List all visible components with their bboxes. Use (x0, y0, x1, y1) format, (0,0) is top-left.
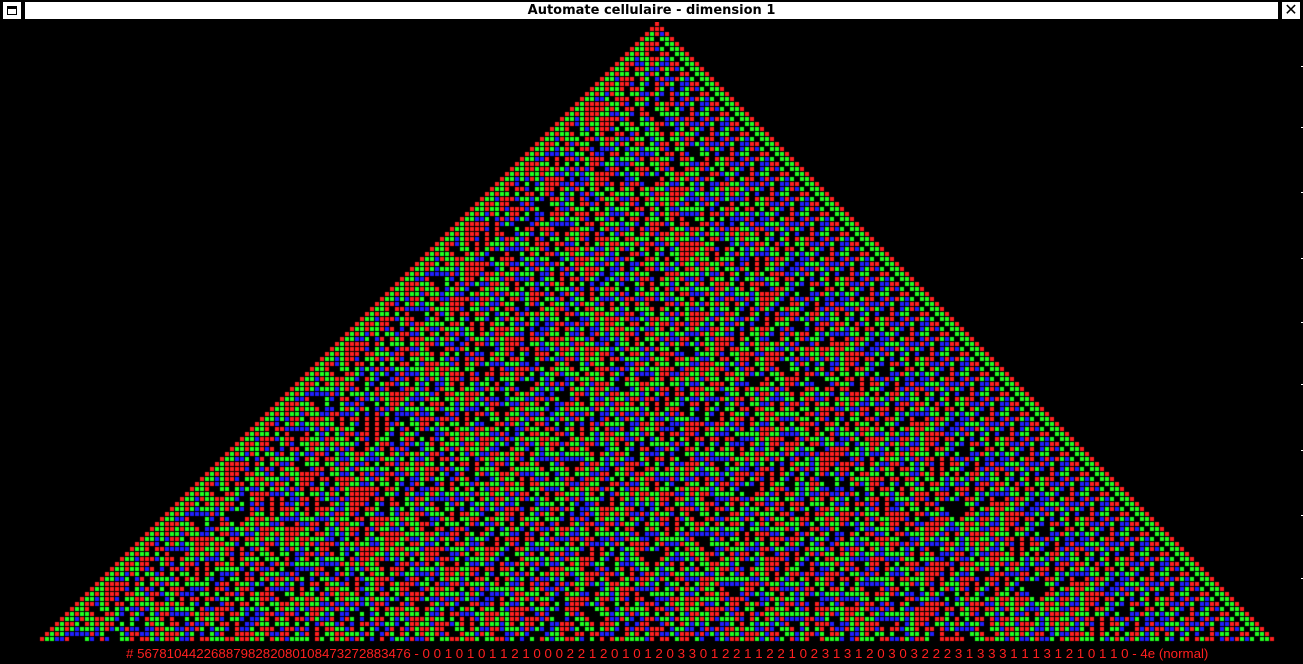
close-button[interactable]: ✕ (1281, 0, 1301, 20)
window-menu-icon (7, 6, 17, 15)
automaton-canvas (0, 22, 1303, 646)
title-bar: Automate cellulaire - dimension 1 ✕ (0, 0, 1303, 22)
rule-status-text: # 56781044226887982820801084732728834​76… (126, 645, 1213, 663)
window-title[interactable]: Automate cellulaire - dimension 1 (24, 1, 1279, 20)
close-icon: ✕ (1284, 0, 1298, 19)
window-menu-button[interactable] (2, 1, 22, 20)
